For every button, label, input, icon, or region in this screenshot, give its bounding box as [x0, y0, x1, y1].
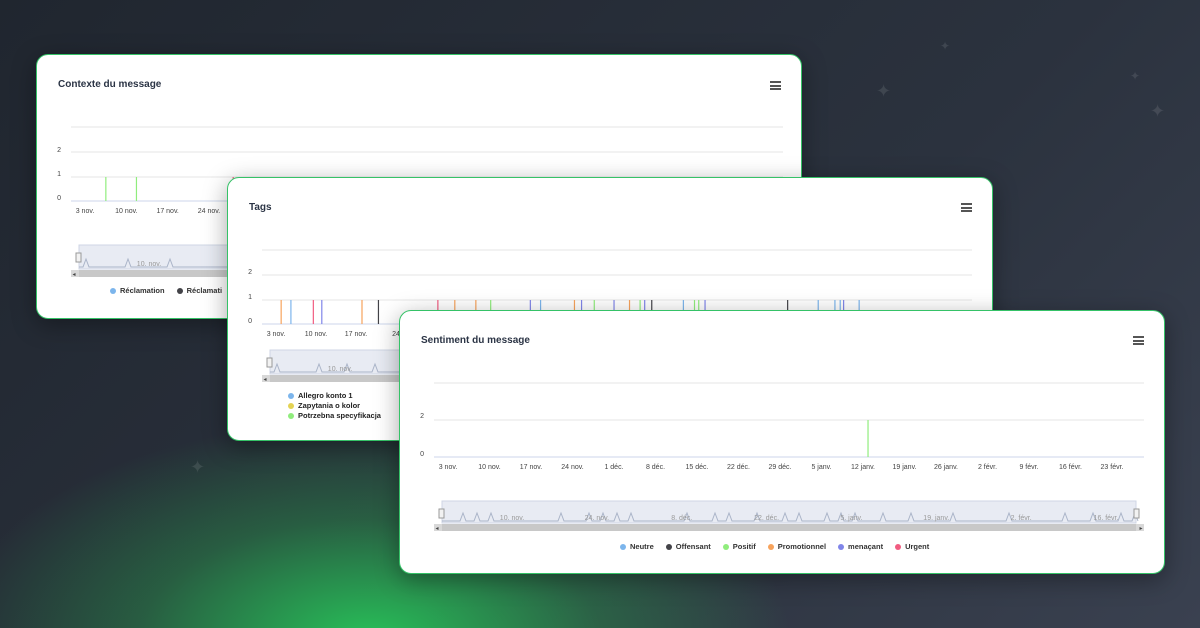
- sparkle-icon: ✦: [876, 81, 892, 101]
- legend-label: Positif: [732, 542, 756, 551]
- x-tick-label: 10 nov.: [115, 208, 137, 215]
- y-tick-label: 2: [248, 269, 252, 276]
- legend-item[interactable]: Offensant: [665, 542, 711, 551]
- legend-item[interactable]: Positif: [722, 542, 756, 551]
- legend-item[interactable]: menaçant: [838, 542, 883, 551]
- navigator-handle-right: [1133, 508, 1140, 519]
- navigator-label: 5. janv.: [840, 515, 862, 522]
- legend-label: Promotionnel: [777, 542, 827, 551]
- legend-label: Offensant: [675, 542, 711, 551]
- navigator-label: 22. déc.: [754, 515, 779, 522]
- x-tick-label: 2 févr.: [978, 464, 997, 471]
- navigator-label: 10. nov.: [500, 515, 524, 522]
- navigator-label: 16. févr.: [1094, 515, 1119, 522]
- legend-marker-icon: [288, 412, 294, 419]
- x-tick-label: 29 déc.: [769, 464, 792, 471]
- chart-legend: Neutre Offensant Positif Promotionnel menaça…: [620, 542, 929, 551]
- legend-item[interactable]: Zapytania o kolor: [288, 401, 381, 410]
- x-tick-label: 22 déc.: [727, 464, 750, 471]
- sparkle-icon: ✦: [940, 39, 951, 53]
- legend-marker-icon: [722, 543, 729, 550]
- legend-item[interactable]: Allegro konto 1: [288, 391, 381, 400]
- legend-label: Réclamation: [120, 286, 165, 295]
- y-tick-label: 0: [57, 195, 61, 202]
- x-tick-label: 17 nov.: [520, 464, 542, 471]
- legend-marker-icon: [838, 543, 845, 550]
- x-tick-label: 17 nov.: [345, 331, 367, 338]
- navigator-window: [441, 500, 1137, 524]
- scroll-right-icon: ▸: [1139, 526, 1142, 532]
- legend-item[interactable]: Promotionnel: [767, 542, 827, 551]
- legend-marker-icon: [665, 543, 672, 550]
- x-tick-label: 15 déc.: [686, 464, 709, 471]
- x-tick-label: 10 nov.: [478, 464, 500, 471]
- y-tick-label: 1: [248, 294, 252, 301]
- scroll-left-icon: ◂: [263, 377, 266, 383]
- scroll-left-icon: ◂: [72, 272, 75, 278]
- x-tick-label: 24 nov.: [561, 464, 583, 471]
- x-tick-label: 3 nov.: [439, 464, 458, 471]
- legend-marker-icon: [620, 543, 626, 550]
- navigator-handle-left: [75, 252, 82, 263]
- legend-marker-icon: [288, 402, 294, 409]
- legend-label: menaçant: [848, 542, 884, 551]
- x-tick-label: 16 févr.: [1059, 464, 1082, 471]
- sparkle-icon: ✦: [1150, 101, 1166, 121]
- legend-label: Neutre: [630, 542, 654, 551]
- x-tick-label: 3 nov.: [76, 208, 95, 215]
- x-tick-label: 12 janv.: [851, 464, 875, 471]
- navigator-handle-left: [438, 508, 445, 519]
- legend-item[interactable]: Urgent: [895, 542, 929, 551]
- sparkle-icon: ✦: [190, 457, 206, 477]
- y-tick-label: 0: [248, 318, 252, 325]
- sparkle-icon: ✦: [1130, 69, 1141, 83]
- chart-legend: Réclamation Réclamati: [110, 286, 222, 295]
- legend-label: Zapytania o kolor: [298, 401, 361, 410]
- chart-card-message-sentiment: Sentiment du message 203 nov. 10 nov. 17 n…: [399, 310, 1165, 574]
- legend-marker-icon: [110, 287, 116, 294]
- scrollbar-thumb: [442, 524, 1136, 531]
- x-tick-label: 9 févr.: [1019, 464, 1038, 471]
- navigator-label: 2. févr.: [1011, 515, 1032, 522]
- legend-item[interactable]: Potrzebna specyfikacja: [288, 411, 381, 420]
- legend-item[interactable]: Réclamati: [176, 286, 223, 295]
- x-tick-label: 8 déc.: [646, 464, 665, 471]
- legend-marker-icon: [288, 392, 294, 399]
- legend-label: Urgent: [905, 542, 930, 551]
- chart-legend: Allegro konto 1 Zapytania o kolor Potrzebn…: [288, 391, 381, 421]
- legend-marker-icon: [767, 543, 774, 550]
- x-tick-label: 10 nov.: [305, 331, 327, 338]
- x-tick-label: 1 déc.: [604, 464, 623, 471]
- navigator-label: 24. nov.: [585, 515, 609, 522]
- x-tick-label: 5 janv.: [811, 464, 831, 471]
- x-tick-label: 19 janv.: [893, 464, 917, 471]
- y-tick-label: 0: [420, 451, 424, 458]
- y-tick-label: 2: [420, 413, 424, 420]
- scroll-left-icon: ◂: [435, 526, 438, 532]
- navigator-label: 8. déc.: [671, 515, 692, 522]
- legend-item[interactable]: Neutre: [620, 542, 654, 551]
- x-tick-label: 26 janv.: [934, 464, 958, 471]
- navigator-label: 10. nov.: [137, 261, 161, 268]
- x-tick-label: 17 nov.: [156, 208, 178, 215]
- y-tick-label: 1: [57, 171, 61, 178]
- chart-area: 2 0 3 nov. 10 nov. 17 nov. 24 nov. 1 déc. 8 déc…: [420, 382, 1144, 532]
- x-tick-label: 3 nov.: [267, 331, 286, 338]
- y-tick-label: 2: [57, 147, 61, 154]
- navigator-label: 10. nov.: [328, 366, 352, 373]
- legend-label: Potrzebna specyfikacja: [298, 411, 381, 420]
- x-tick-label: 23 févr.: [1101, 464, 1124, 471]
- navigator-label: 19. janv.: [923, 515, 949, 522]
- x-tick-label: 24 nov.: [198, 208, 220, 215]
- legend-label: Réclamati: [186, 286, 223, 295]
- legend-item[interactable]: Réclamation: [110, 286, 165, 295]
- legend-marker-icon: [176, 287, 183, 294]
- navigator-handle-left: [266, 357, 273, 368]
- legend-marker-icon: [895, 543, 902, 550]
- legend-label: Allegro konto 1: [298, 391, 353, 400]
